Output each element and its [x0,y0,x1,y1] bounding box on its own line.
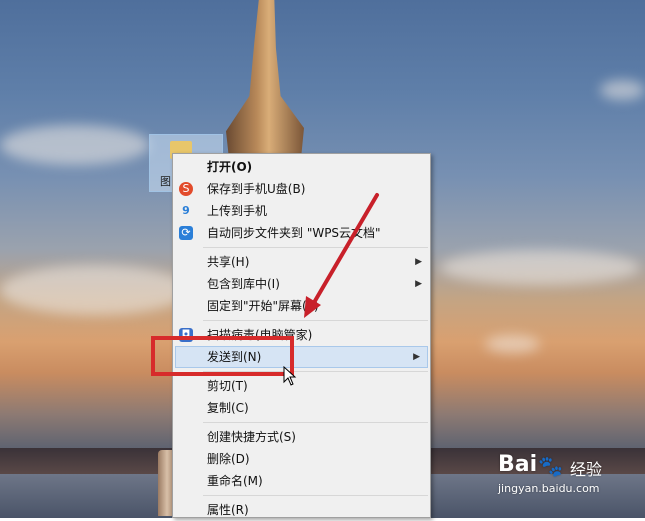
menu-item-open[interactable]: 打开(O) [173,156,430,178]
cloud [440,250,640,285]
watermark-url: jingyan.baidu.com [498,482,600,495]
menu-item-label: 包含到库中(I) [207,277,280,291]
cloud [485,335,540,353]
menu-item-label: 复制(C) [207,401,249,415]
menu-item-label: 属性(R) [207,503,249,517]
menu-separator [203,495,428,496]
menu-item-delete[interactable]: 删除(D) [173,448,430,470]
desktop-item-label: 图 [160,175,171,188]
menu-separator [203,247,428,248]
menu-item-sync-wps-cloud[interactable]: ⟳ 自动同步文件夹到 "WPS云文档" [173,222,430,244]
cloud-sync-icon: ⟳ [179,226,193,240]
menu-separator [203,320,428,321]
menu-item-label: 共享(H) [207,255,250,269]
mouse-cursor-icon [283,366,297,386]
menu-item-pin-to-start[interactable]: 固定到"开始"屏幕(P) [173,295,430,317]
menu-item-include-in-library[interactable]: 包含到库中(I) ▶ [173,273,430,295]
menu-item-label: 打开(O) [207,160,253,174]
highlight-annotation-box [151,336,294,376]
chevron-right-icon: ▶ [415,279,422,289]
paw-logo-icon: 🐾 [538,454,563,478]
chevron-right-icon: ▶ [415,257,422,267]
menu-item-create-shortcut[interactable]: 创建快捷方式(S) [173,426,430,448]
menu-item-copy[interactable]: 复制(C) [173,397,430,419]
menu-item-save-to-phone-usb[interactable]: S 保存到手机U盘(B) [173,178,430,200]
menu-item-label: 保存到手机U盘(B) [207,182,306,196]
ice-rock-formation [226,0,304,160]
baidu-jingyan-watermark: Bai 🐾 经验 jingyan.baidu.com [498,452,638,502]
phone-upload-icon: 9 [182,204,190,217]
menu-item-label: 自动同步文件夹到 "WPS云文档" [207,226,381,240]
menu-item-label: 剪切(T) [207,379,248,393]
cloud [600,80,645,100]
wps-save-icon: S [179,182,193,196]
menu-separator [203,422,428,423]
cloud [0,265,190,315]
watermark-brand-cn: 经验 [570,460,603,479]
menu-item-label: 创建快捷方式(S) [207,430,296,444]
menu-item-rename[interactable]: 重命名(M) [173,470,430,492]
menu-item-label: 重命名(M) [207,474,263,488]
cloud [0,125,150,165]
menu-item-upload-to-phone[interactable]: 9 上传到手机 [173,200,430,222]
menu-item-label: 删除(D) [207,452,250,466]
menu-item-label: 固定到"开始"屏幕(P) [207,299,319,313]
watermark-brand: Bai [498,452,538,477]
chevron-right-icon: ▶ [413,352,420,362]
menu-item-label: 上传到手机 [207,204,268,218]
menu-item-share[interactable]: 共享(H) ▶ [173,251,430,273]
menu-item-cut[interactable]: 剪切(T) [173,375,430,397]
